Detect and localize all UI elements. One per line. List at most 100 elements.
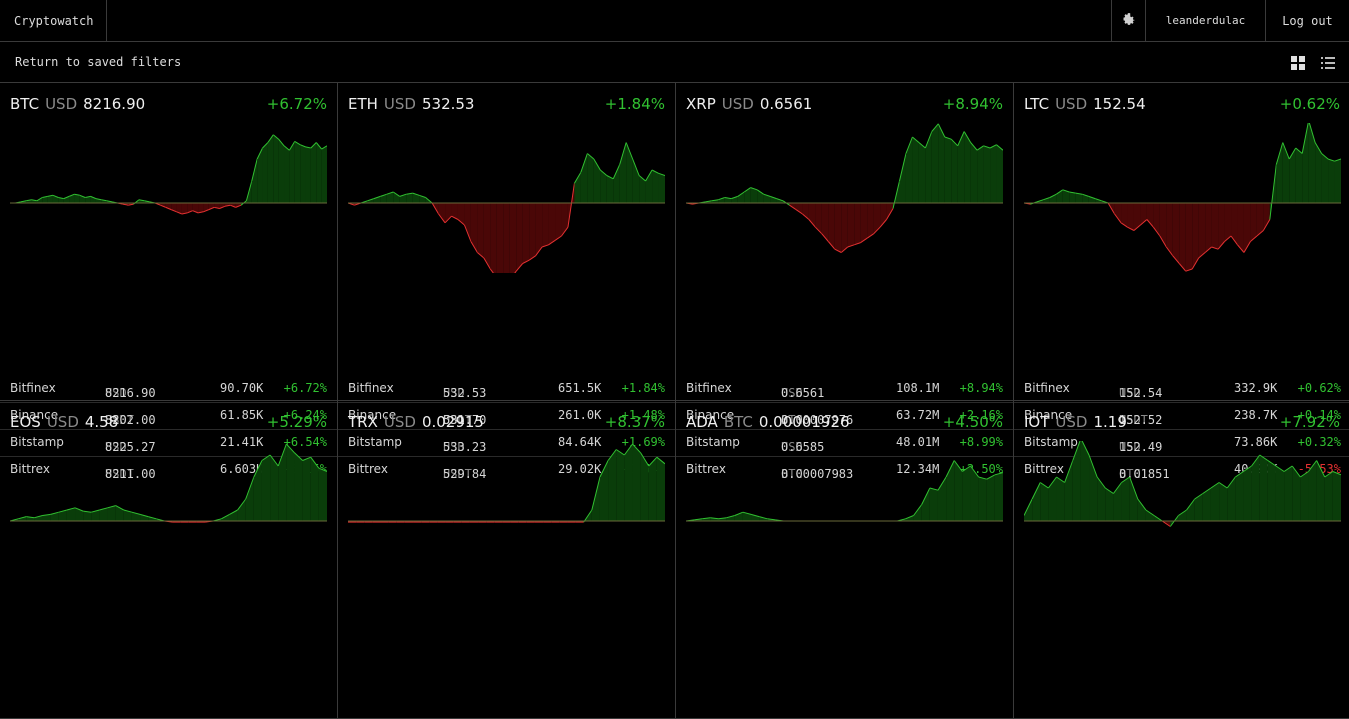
market-panel-iot[interactable]: IOT USD 1.19 +7.92% [1014, 401, 1349, 719]
sparkline-area [1172, 203, 1180, 264]
sparkline-area [1178, 510, 1187, 521]
exchange-price-value: 0.6561 [781, 386, 825, 400]
sparkline-area [251, 159, 258, 203]
sparkline-area [1137, 499, 1146, 521]
sparkline-area [841, 203, 848, 253]
sparkline-area [1224, 203, 1232, 242]
quote-currency: USD [383, 95, 416, 113]
price-change: +4.50% [942, 413, 1003, 431]
sparkline-area [970, 466, 979, 521]
sparkline-area [198, 203, 204, 213]
sparkline-area [286, 444, 295, 521]
sparkline-area [237, 499, 246, 521]
sparkline-area [1097, 477, 1106, 521]
quote-currency: USD [1055, 413, 1088, 431]
exchange-change: +6.72% [283, 381, 327, 395]
exchange-volume: 108.1M [896, 381, 940, 395]
price-change: +5.29% [266, 413, 327, 431]
exchange-row[interactable]: Bitfinex USD 152.54 332.9K +0.62% [1014, 376, 1349, 402]
market-panel-eos[interactable]: EOS USD 4.58 +5.29% [0, 401, 338, 719]
sparkline-area [944, 137, 952, 203]
exchange-change: +8.94% [959, 381, 1003, 395]
sparkline-area [300, 144, 306, 203]
sparkline-area [624, 444, 633, 521]
exchange-volume: 90.70K [220, 381, 264, 395]
sparkline-area [1064, 460, 1073, 521]
sparkline-area [302, 457, 311, 521]
sparkline-area [1159, 203, 1167, 247]
sparkline-area [951, 139, 958, 203]
sparkline-area [321, 145, 327, 203]
quote-currency: USD [46, 413, 79, 431]
market-panel-ada[interactable]: ADA BTC 0.00001926 +4.50% [676, 401, 1014, 719]
sparkline-area [962, 466, 971, 521]
sparkline-area [983, 145, 991, 203]
sparkline-area [278, 139, 285, 203]
sparkline-area [613, 164, 620, 203]
sparkline-area [658, 173, 665, 203]
sparkline-area [964, 131, 971, 203]
sparkline-area [316, 142, 322, 203]
list-view-icon[interactable] [1320, 55, 1336, 71]
sparkline-area [310, 142, 317, 203]
sparkline-area [632, 444, 641, 521]
sparkline-area [970, 142, 978, 203]
market-panel-eth[interactable]: ETH USD 532.53 +1.84% Bitfinex USD 532.53 651.… [338, 83, 676, 481]
quote-currency: USD [383, 413, 416, 431]
asset-price: 152.54 [1093, 95, 1146, 113]
sparkline-area [1300, 471, 1309, 521]
grid-view-icon[interactable] [1290, 55, 1306, 71]
panel-header: ETH USD 532.53 [348, 95, 474, 113]
market-panel-xrp[interactable]: XRP USD 0.6561 +8.94% Bitfinex USD 0.6561 108.… [676, 83, 1014, 481]
price-sparkline [686, 460, 1003, 522]
sparkline-area [273, 134, 279, 203]
sparkline-area [925, 131, 932, 203]
panel-header: LTC USD 152.54 [1024, 95, 1146, 113]
asset-price: 532.53 [421, 95, 475, 113]
asset-price: 8216.90 [83, 95, 146, 113]
app-title[interactable]: Cryptowatch [0, 0, 107, 42]
asset-symbol: ADA [686, 413, 718, 431]
asset-symbol: EOS [10, 413, 41, 431]
exchange-volume: 651.5K [558, 381, 602, 395]
market-panel-trx[interactable]: TRX USD 0.02915 +8.37% [338, 401, 676, 719]
sparkline-area [261, 455, 271, 521]
sparkline-area [1145, 510, 1155, 521]
sparkline-area [464, 203, 471, 242]
asset-symbol: ETH [348, 95, 378, 113]
settings-button[interactable] [1111, 0, 1145, 42]
sparkline-area [1235, 471, 1244, 521]
sparkline-area [640, 452, 649, 521]
exchange-name: Bitfinex [686, 381, 732, 395]
sparkline-area [978, 477, 987, 521]
exchange-row[interactable]: Bitfinex USD 0.6561 108.1M +8.94% [676, 376, 1013, 402]
return-to-saved-filters-link[interactable]: Return to saved filters [15, 42, 181, 83]
sparkline-area [957, 131, 965, 203]
sparkline-area [490, 203, 497, 273]
sparkline-area [1040, 482, 1049, 521]
sparkline-area [503, 203, 510, 273]
exchange-change: +0.62% [1297, 381, 1341, 395]
sparkline-area [245, 477, 254, 521]
sparkline-area [1292, 466, 1301, 521]
sparkline-area [580, 153, 588, 203]
sparkline-area [548, 203, 556, 245]
panel-header: EOS USD 4.58 [10, 413, 118, 431]
filter-bar: Return to saved filters [0, 42, 1349, 83]
username-link[interactable]: leanderdulac [1145, 0, 1265, 42]
exchange-name: Bitfinex [10, 381, 56, 395]
sparkline-area [847, 203, 855, 247]
market-panel-ltc[interactable]: LTC USD 152.54 +0.62% Bitfinex USD 152.54 332.… [1014, 83, 1349, 481]
exchange-row[interactable]: Bitfinex USD 532.53 651.5K +1.84% [338, 376, 675, 402]
quote-currency: USD [1055, 95, 1088, 113]
price-change: +8.94% [942, 95, 1003, 113]
sparkline-area [860, 203, 868, 243]
sparkline-area [1332, 471, 1341, 521]
sparkline-area [986, 474, 995, 521]
exchange-row[interactable]: Bitfinex USD 8216.90 90.70K +6.72% [0, 376, 337, 402]
sparkline-area [1227, 477, 1236, 521]
logout-button[interactable]: Log out [1265, 0, 1349, 42]
asset-price: 0.02915 [421, 413, 484, 431]
sparkline-area [931, 123, 939, 203]
market-panel-btc[interactable]: BTC USD 8216.90 +6.72% Bitfinex USD 8216.90 90… [0, 83, 338, 481]
